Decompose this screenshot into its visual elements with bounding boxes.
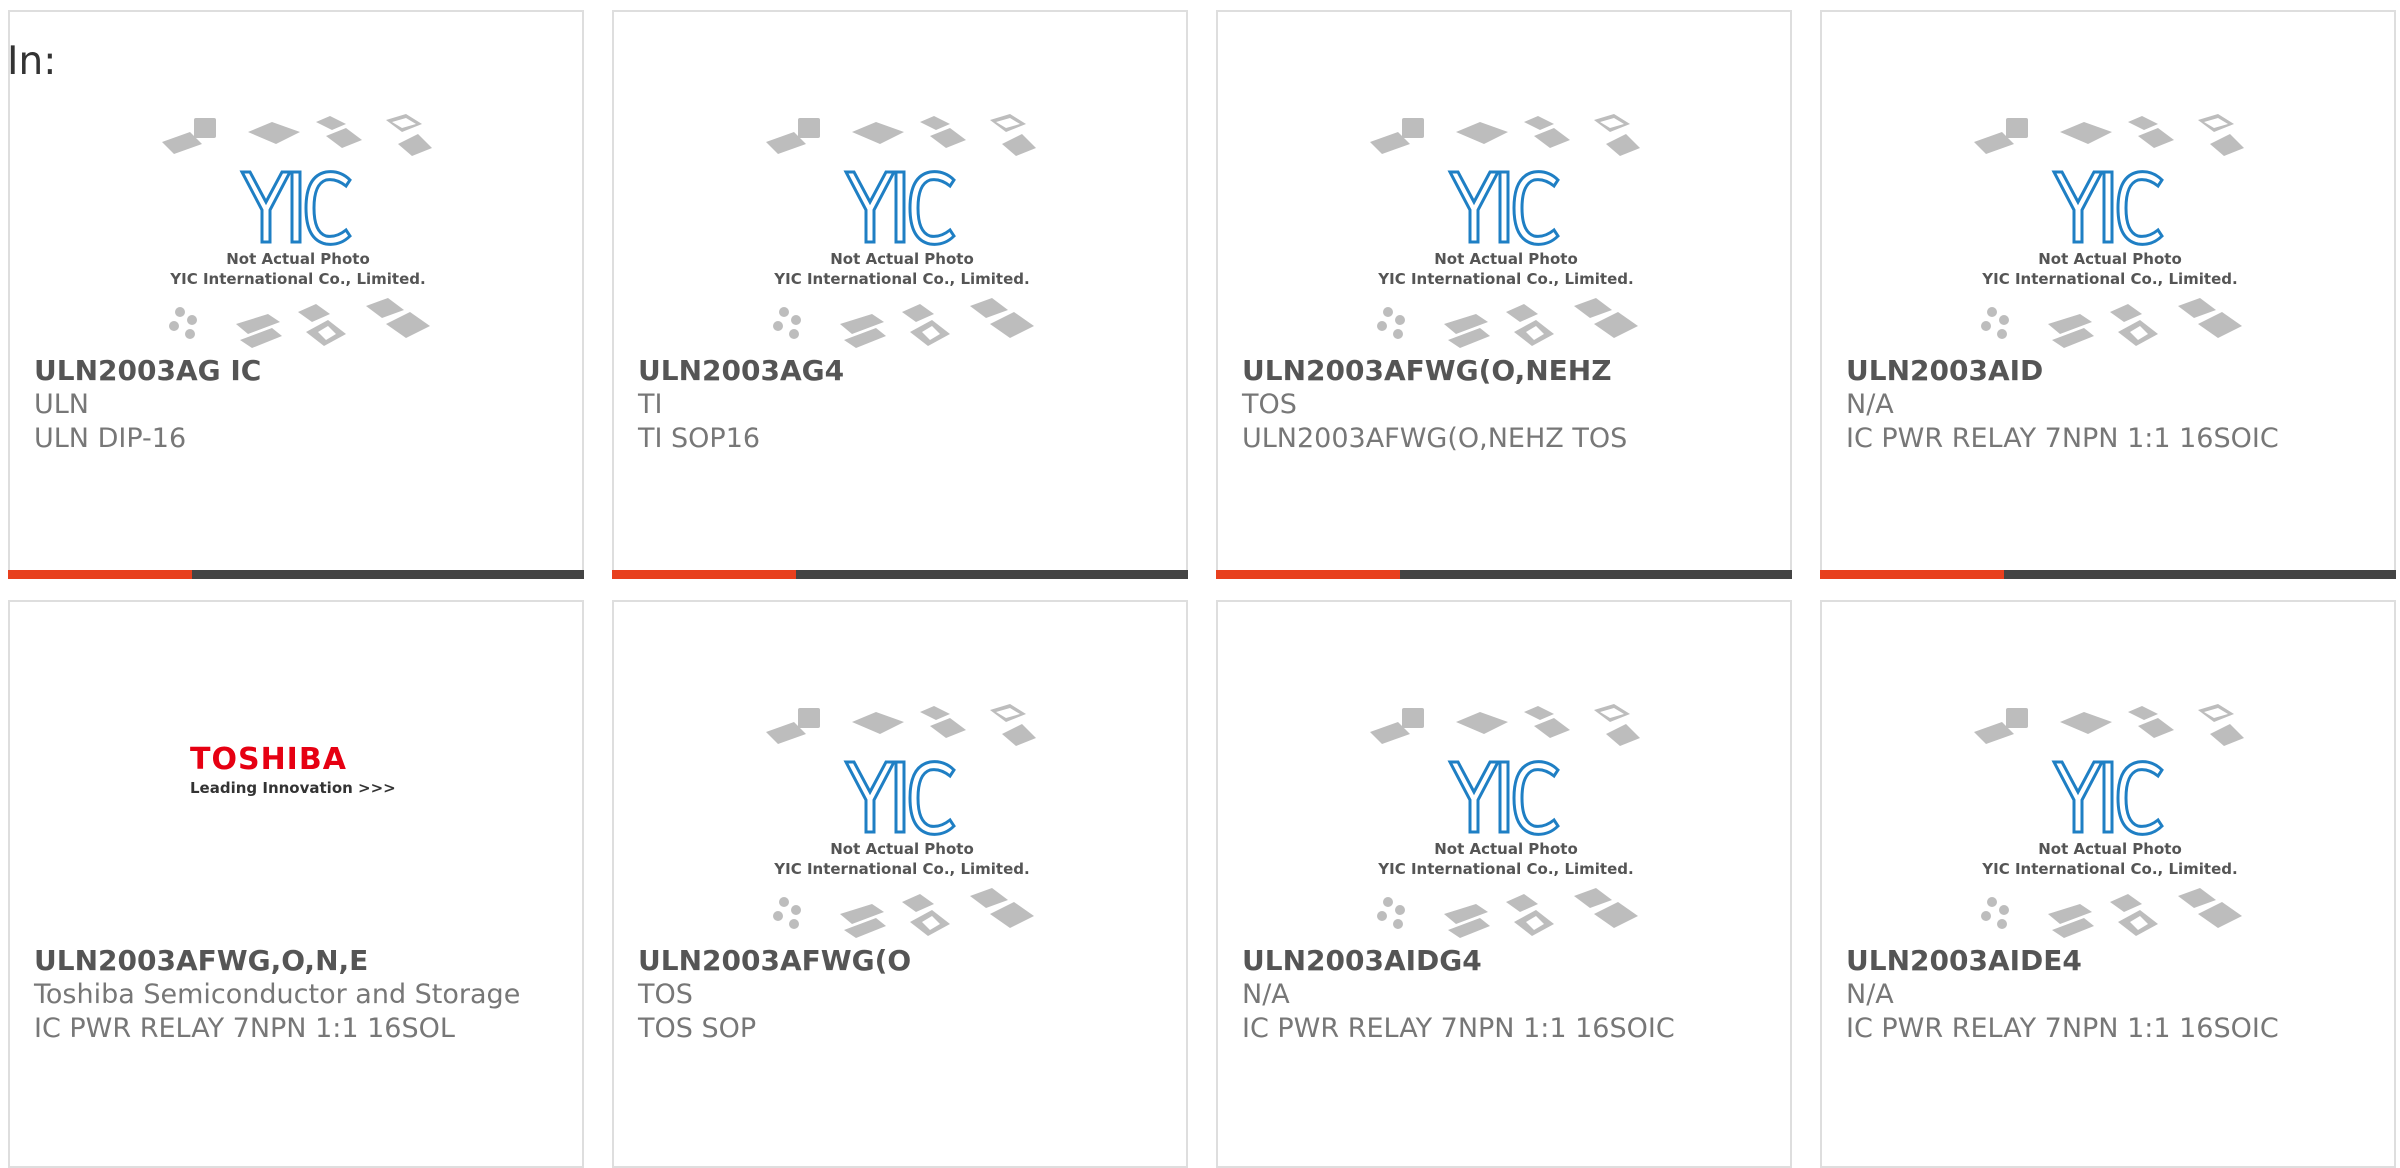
- product-info: ULN2003AFWG(O,NEHZ TOS ULN2003AFWG(O,NEHZ …: [1242, 354, 1770, 456]
- manufacturer-label: N/A: [1846, 979, 1894, 1010]
- description-label: IC PWR RELAY 7NPN 1:1 16SOL: [34, 1013, 455, 1044]
- description-label: TI SOP16: [638, 423, 761, 454]
- product-image[interactable]: Not Actual Photo YIC International Co., …: [1368, 688, 1644, 940]
- photo-caption-line2: YIC International Co., Limited.: [773, 270, 1029, 288]
- product-info: ULN2003AFWG,O,N,E Toshiba Semiconductor a…: [34, 944, 562, 1046]
- part-number-link[interactable]: ULN2003AFWG,O,N,E: [34, 944, 562, 978]
- part-number-link[interactable]: ULN2003AIDG4: [1242, 944, 1770, 978]
- product-card[interactable]: Not Actual Photo YIC International Co., …: [1820, 600, 2396, 1168]
- card-bottom-bar: [8, 570, 584, 579]
- card-accent-bar: [1820, 570, 2004, 579]
- photo-caption-line1: Not Actual Photo: [2038, 840, 2182, 858]
- photo-caption-line2: YIC International Co., Limited.: [1981, 270, 2237, 288]
- product-info: ULN2003AG4 TI TI SOP16: [638, 354, 1166, 456]
- product-card[interactable]: Not Actual Photo YIC International Co., …: [1820, 10, 2396, 579]
- product-placeholder-image: Not Actual Photo YIC International Co., …: [766, 704, 1036, 938]
- manufacturer-label: TOS: [1242, 389, 1297, 420]
- photo-caption-line1: Not Actual Photo: [830, 840, 974, 858]
- manufacturer-label: N/A: [1846, 389, 1894, 420]
- card-accent-bar: [612, 570, 796, 579]
- photo-caption-line1: Not Actual Photo: [830, 250, 974, 268]
- part-number-link[interactable]: ULN2003AIDE4: [1846, 944, 2374, 978]
- description-label: ULN DIP-16: [34, 423, 187, 454]
- part-number-link[interactable]: ULN2003AG4: [638, 354, 1166, 388]
- card-accent-bar: [8, 570, 192, 579]
- part-number-link[interactable]: ULN2003AG IC: [34, 354, 562, 388]
- description-label: IC PWR RELAY 7NPN 1:1 16SOIC: [1846, 1013, 2279, 1044]
- product-image[interactable]: Not Actual Photo YIC International Co., …: [160, 98, 436, 350]
- product-card[interactable]: Not Actual Photo YIC International Co., …: [1216, 10, 1792, 579]
- product-placeholder-image: Not Actual Photo YIC International Co., …: [1974, 704, 2244, 938]
- product-info: ULN2003AID N/A IC PWR RELAY 7NPN 1:1 16SOI…: [1846, 354, 2374, 456]
- product-image[interactable]: Not Actual Photo YIC International Co., …: [764, 688, 1040, 940]
- card-bottom-bar: [1820, 570, 2396, 579]
- part-number-link[interactable]: ULN2003AFWG(O,NEHZ: [1242, 354, 1770, 388]
- photo-caption-line1: Not Actual Photo: [2038, 250, 2182, 268]
- manufacturer-label: TOS: [638, 979, 693, 1010]
- photo-caption-line2: YIC International Co., Limited.: [1981, 860, 2237, 878]
- product-image[interactable]: Not Actual Photo YIC International Co., …: [1972, 98, 2248, 350]
- product-info: ULN2003AG IC ULN ULN DIP-16: [34, 354, 562, 456]
- photo-caption-line1: Not Actual Photo: [1434, 840, 1578, 858]
- card-bottom-bar: [1216, 570, 1792, 579]
- product-image[interactable]: Not Actual Photo YIC International Co., …: [764, 98, 1040, 350]
- product-card[interactable]: TOSHIBA Leading Innovation >>> ULN2003AFWG…: [8, 600, 584, 1168]
- manufacturer-label: TI: [638, 389, 663, 420]
- part-number-link[interactable]: ULN2003AFWG(O: [638, 944, 1166, 978]
- photo-caption-line2: YIC International Co., Limited.: [1377, 270, 1633, 288]
- manufacturer-label: ULN: [34, 389, 90, 420]
- toshiba-brand: TOSHIBA: [190, 742, 347, 777]
- photo-caption-line1: Not Actual Photo: [226, 250, 370, 268]
- product-image[interactable]: Not Actual Photo YIC International Co., …: [1972, 688, 2248, 940]
- toshiba-tagline: Leading Innovation >>>: [190, 779, 396, 797]
- toshiba-logo[interactable]: TOSHIBA Leading Innovation >>>: [190, 742, 410, 797]
- product-image[interactable]: Not Actual Photo YIC International Co., …: [1368, 98, 1644, 350]
- product-info: ULN2003AFWG(O TOS TOS SOP: [638, 944, 1166, 1046]
- description-label: ULN2003AFWG(O,NEHZ TOS: [1242, 423, 1628, 454]
- card-accent-bar: [1216, 570, 1400, 579]
- card-bottom-bar: [612, 570, 1188, 579]
- photo-caption-line2: YIC International Co., Limited.: [773, 860, 1029, 878]
- manufacturer-label: Toshiba Semiconductor and Storage: [34, 979, 521, 1010]
- product-placeholder-image: Not Actual Photo YIC International Co., …: [766, 114, 1036, 348]
- product-placeholder-image: Not Actual Photo YIC International Co., …: [1974, 114, 2244, 348]
- description-label: IC PWR RELAY 7NPN 1:1 16SOIC: [1242, 1013, 1675, 1044]
- product-info: ULN2003AIDG4 N/A IC PWR RELAY 7NPN 1:1 16S…: [1242, 944, 1770, 1046]
- product-card[interactable]: Not Actual Photo YIC International Co., …: [8, 10, 584, 579]
- photo-caption-line2: YIC International Co., Limited.: [169, 270, 425, 288]
- description-label: TOS SOP: [638, 1013, 757, 1044]
- in-label: In:: [7, 39, 57, 84]
- product-placeholder-image: Not Actual Photo YIC International Co., …: [1370, 704, 1640, 938]
- product-card[interactable]: Not Actual Photo YIC International Co., …: [1216, 600, 1792, 1168]
- description-label: IC PWR RELAY 7NPN 1:1 16SOIC: [1846, 423, 2279, 454]
- product-card[interactable]: Not Actual Photo YIC International Co., …: [612, 600, 1188, 1168]
- product-info: ULN2003AIDE4 N/A IC PWR RELAY 7NPN 1:1 16S…: [1846, 944, 2374, 1046]
- product-placeholder-image: Not Actual Photo YIC International Co., …: [162, 114, 432, 348]
- product-card[interactable]: Not Actual Photo YIC International Co., …: [612, 10, 1188, 579]
- product-placeholder-image: Not Actual Photo YIC International Co., …: [1370, 114, 1640, 348]
- photo-caption-line2: YIC International Co., Limited.: [1377, 860, 1633, 878]
- manufacturer-label: N/A: [1242, 979, 1290, 1010]
- part-number-link[interactable]: ULN2003AID: [1846, 354, 2374, 388]
- photo-caption-line1: Not Actual Photo: [1434, 250, 1578, 268]
